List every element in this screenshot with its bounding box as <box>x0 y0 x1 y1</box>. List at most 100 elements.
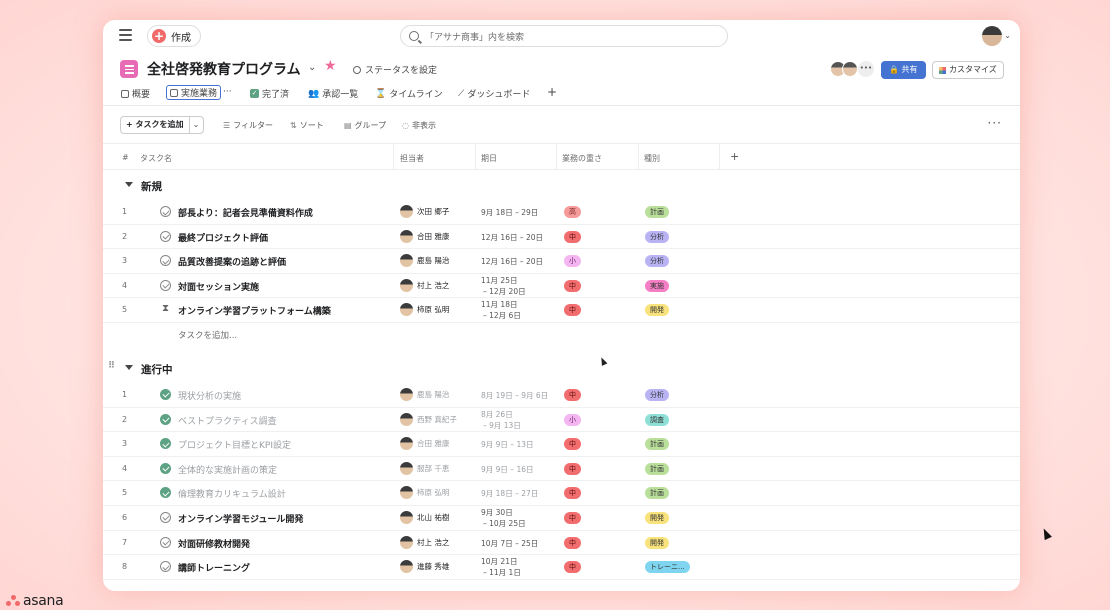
tab-completed[interactable]: ✓ 完了済 <box>250 87 289 100</box>
task-name[interactable]: オンライン学習モジュール開発 <box>178 512 303 525</box>
avatar[interactable] <box>982 26 1002 46</box>
task-name[interactable]: 部長より：記者会見準備資料作成 <box>178 206 313 219</box>
assignee[interactable]: 鹿島 陽治 <box>400 387 449 401</box>
project-members[interactable]: ••• <box>830 61 874 77</box>
type-badge[interactable]: 開発 <box>645 511 669 524</box>
type-badge[interactable]: 開発 <box>645 304 669 317</box>
assignee[interactable]: 北山 祐樹 <box>400 510 449 524</box>
task-name[interactable]: 対面セッション実施 <box>178 280 259 293</box>
add-task-row[interactable]: タスクを追加... <box>103 323 1020 347</box>
table-row[interactable]: 4 全体的な実施計画の策定 服部 千恵 9月 9日 – 16日 中 計画 <box>103 457 1020 482</box>
table-row[interactable]: 5 倫理教育カリキュラム設計 柿原 弘明 9月 18日 – 27日 中 計画 <box>103 481 1020 506</box>
table-row[interactable]: 3 プロジェクト目標とKPI設定 合田 雅康 9月 9日 – 13日 中 計画 <box>103 432 1020 457</box>
col-type[interactable]: 種別 <box>644 153 660 164</box>
task-name[interactable]: オンライン学習プラットフォーム構築 <box>178 304 331 317</box>
due-date[interactable]: 9月 30日 – 10月 25日 <box>481 507 526 529</box>
drag-handle-icon[interactable]: ⠿ <box>108 361 115 371</box>
tab-dashboard[interactable]: ⟋ ダッシュボード <box>458 87 530 101</box>
set-status-button[interactable]: ステータスを設定 <box>353 63 437 76</box>
sort-button[interactable]: ⇅ ソート <box>290 120 324 131</box>
weight-badge[interactable]: 中 <box>564 304 581 317</box>
table-row[interactable]: 2 ベストプラクティス調査 西野 真紀子 8月 26日 – 9月 13日 小 調査 <box>103 408 1020 433</box>
create-button[interactable]: + 作成 <box>147 25 201 47</box>
weight-badge[interactable]: 中 <box>564 279 581 292</box>
tab-tasks[interactable]: 実施業務 <box>166 85 222 100</box>
section-header[interactable]: ⠿ 進行中 <box>103 353 1020 383</box>
add-task-link[interactable]: タスクを追加... <box>178 329 237 341</box>
task-name[interactable]: ベストプラクティス調査 <box>178 414 277 427</box>
task-name[interactable]: 対面研修教材開発 <box>178 537 250 550</box>
weight-badge[interactable]: 中 <box>564 462 581 475</box>
chevron-down-icon[interactable]: ⌄ <box>308 62 316 73</box>
hourglass-icon[interactable]: ⧗ <box>162 303 169 314</box>
tab-timeline[interactable]: ⌛ タイムライン <box>375 87 443 101</box>
table-row[interactable]: 2 最終プロジェクト評価 合田 雅康 12月 16日 – 20日 中 分析 <box>103 225 1020 250</box>
col-due[interactable]: 期日 <box>481 153 497 164</box>
type-badge[interactable]: 計画 <box>645 206 669 218</box>
search-input[interactable]: 「アサナ商事」内を検索 <box>400 25 728 47</box>
complete-checkbox[interactable] <box>160 487 171 499</box>
due-date[interactable]: 9月 18日 – 29日 <box>481 207 538 218</box>
add-column-icon[interactable]: + <box>730 150 739 163</box>
assignee[interactable]: 西野 真紀子 <box>400 412 457 426</box>
assignee[interactable]: 柿原 弘明 <box>400 303 449 317</box>
add-task-button[interactable]: + タスクを追加 ⌄ <box>120 116 204 134</box>
task-name[interactable]: 全体的な実施計画の策定 <box>178 463 277 476</box>
weight-badge[interactable]: 中 <box>564 511 581 524</box>
table-row[interactable]: 5 ⧗ オンライン学習プラットフォーム構築 柿原 弘明 11月 18日 – 12月… <box>103 298 1020 323</box>
chevron-down-icon[interactable]: ⌄ <box>1004 31 1011 40</box>
table-row[interactable]: 8 講師トレーニング 進藤 秀雄 10月 21日 – 11月 1日 中 トレーニ.… <box>103 555 1020 580</box>
due-date[interactable]: 11月 18日 – 12月 6日 <box>481 299 521 321</box>
weight-badge[interactable]: 高 <box>564 206 581 218</box>
due-date[interactable]: 9月 9日 – 16日 <box>481 464 534 475</box>
task-name[interactable]: プロジェクト目標とKPI設定 <box>178 438 291 451</box>
assignee[interactable]: 村上 浩之 <box>400 535 449 549</box>
type-badge[interactable]: 計画 <box>645 487 669 500</box>
weight-badge[interactable]: 小 <box>564 413 581 426</box>
complete-checkbox[interactable] <box>160 206 171 217</box>
due-date[interactable]: 9月 9日 – 13日 <box>481 439 534 450</box>
weight-badge[interactable]: 中 <box>564 487 581 500</box>
section-header[interactable]: 新規 <box>103 170 1020 200</box>
share-button[interactable]: 🔒 共有 <box>881 61 926 79</box>
chevron-down-icon[interactable]: ⌄ <box>188 117 203 133</box>
table-row[interactable]: 3 品質改善提案の追跡と評価 鹿島 陽治 12月 16日 – 20日 小 分析 <box>103 249 1020 274</box>
table-row[interactable]: 1 部長より：記者会見準備資料作成 次田 郷子 9月 18日 – 29日 高 計… <box>103 200 1020 225</box>
tab-approvals[interactable]: 👥 承認一覧 <box>308 87 358 101</box>
task-name[interactable]: 品質改善提案の追跡と評価 <box>178 255 286 268</box>
assignee[interactable]: 合田 雅康 <box>400 437 449 451</box>
table-row[interactable]: 7 対面研修教材開発 村上 浩之 10月 7日 – 25日 中 開発 <box>103 531 1020 556</box>
task-name[interactable]: 倫理教育カリキュラム設計 <box>178 487 286 500</box>
assignee[interactable]: 合田 雅康 <box>400 229 449 243</box>
more-options-icon[interactable]: ··· <box>988 116 1002 130</box>
due-date[interactable]: 10月 7日 – 25日 <box>481 538 538 549</box>
assignee[interactable]: 服部 千恵 <box>400 461 449 475</box>
assignee[interactable]: 柿原 弘明 <box>400 486 449 500</box>
type-badge[interactable]: 調査 <box>645 413 669 426</box>
type-badge[interactable]: 分析 <box>645 230 669 243</box>
complete-checkbox[interactable] <box>160 230 171 242</box>
complete-checkbox[interactable] <box>160 413 171 425</box>
complete-checkbox[interactable] <box>160 388 171 400</box>
type-badge[interactable]: 分析 <box>645 255 669 268</box>
collapse-triangle-icon[interactable] <box>125 182 133 187</box>
type-badge[interactable]: 分析 <box>645 388 669 401</box>
assignee[interactable]: 鹿島 陽治 <box>400 254 449 268</box>
assignee[interactable]: 進藤 秀雄 <box>400 560 449 574</box>
due-date[interactable]: 9月 18日 – 27日 <box>481 488 538 499</box>
type-badge[interactable]: 実施 <box>645 279 669 292</box>
weight-badge[interactable]: 中 <box>564 388 581 401</box>
assignee[interactable]: 次田 郷子 <box>400 205 449 218</box>
collapse-triangle-icon[interactable] <box>125 364 133 370</box>
complete-checkbox[interactable] <box>160 255 171 267</box>
due-date[interactable]: 8月 26日 – 9月 13日 <box>481 409 521 431</box>
assignee[interactable]: 村上 浩之 <box>400 278 449 292</box>
due-date[interactable]: 10月 21日 – 11月 1日 <box>481 556 521 578</box>
type-badge[interactable]: 計画 <box>645 438 669 451</box>
due-date[interactable]: 12月 16日 – 20日 <box>481 256 543 267</box>
complete-checkbox[interactable] <box>160 536 171 548</box>
type-badge[interactable]: 開発 <box>645 536 669 549</box>
star-icon[interactable]: ★ <box>324 58 337 74</box>
add-tab-icon[interactable]: + <box>547 85 557 99</box>
col-task[interactable]: タスク名 <box>140 153 172 164</box>
